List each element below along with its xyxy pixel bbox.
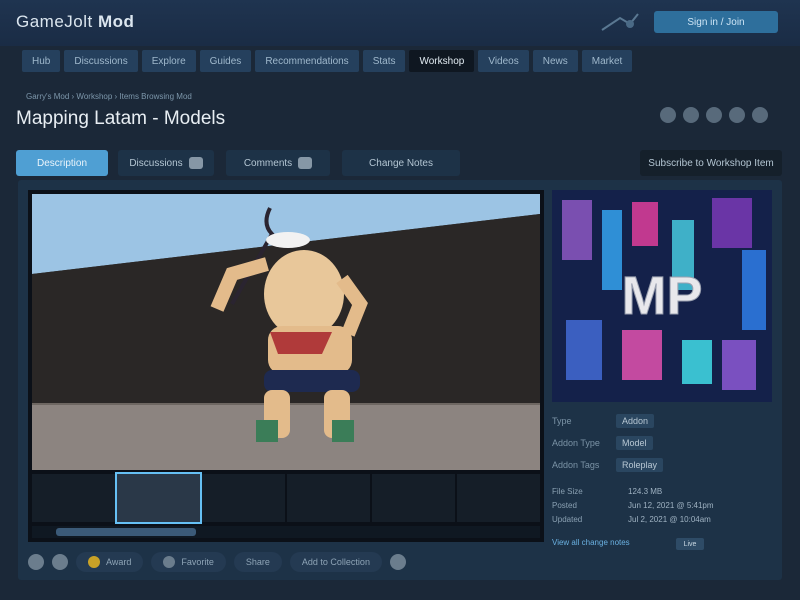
scroll-handle[interactable] xyxy=(56,528,196,536)
file-stats: File Size 124.3 MB Posted Jun 12, 2021 @… xyxy=(552,484,772,526)
info-label: Type xyxy=(552,416,572,426)
subscribe-button[interactable]: Subscribe to Workshop Item xyxy=(640,150,782,176)
media-viewer xyxy=(28,190,544,542)
favorite-button[interactable]: Favorite xyxy=(151,552,226,572)
rating-stars xyxy=(660,107,768,123)
info-label: Addon Tags xyxy=(552,460,600,470)
nav-hub[interactable]: Hub xyxy=(22,50,61,72)
star-icon xyxy=(683,107,699,123)
star-icon xyxy=(706,107,722,123)
sign-in-button[interactable]: Sign in / Join xyxy=(654,11,778,33)
add-collection-label: Add to Collection xyxy=(301,557,370,567)
thumbnail[interactable] xyxy=(457,474,540,522)
cover-art-text: MP xyxy=(622,266,703,326)
item-info: Type Addon Addon Type Model Addon Tags R… xyxy=(552,410,772,476)
thumbnail[interactable] xyxy=(372,474,455,522)
info-row: Addon Type Model xyxy=(552,432,772,454)
info-row: Addon Tags Roleplay xyxy=(552,454,772,476)
nav-explore[interactable]: Explore xyxy=(141,50,196,72)
stat-value: Jun 12, 2021 @ 5:41pm xyxy=(628,500,714,510)
comment-bubble-icon xyxy=(298,157,313,169)
plus-icon[interactable] xyxy=(389,554,406,570)
share-label: Share xyxy=(245,557,270,567)
status-badge: Live xyxy=(676,538,704,550)
tab-label: Discussions xyxy=(129,157,183,169)
stat-value: 124.3 MB xyxy=(628,486,663,496)
share-button[interactable]: Share xyxy=(233,552,282,572)
logo-light-text: GameJolt xyxy=(16,12,93,31)
workshop-nav: Hub Discussions Explore Guides Recommend… xyxy=(22,50,782,74)
add-to-collection-button[interactable]: Add to Collection xyxy=(289,552,382,572)
item-tabs: Description Discussions Comments Change … xyxy=(16,150,786,178)
change-notes-link[interactable]: View all change notes xyxy=(552,538,630,547)
stat-value: Jul 2, 2021 @ 10:04am xyxy=(628,514,711,524)
tab-change-notes[interactable]: Change Notes xyxy=(342,150,460,176)
tab-description[interactable]: Description xyxy=(16,150,108,176)
award-button[interactable]: Award xyxy=(76,552,144,572)
thumbnail[interactable] xyxy=(202,474,285,522)
site-logo[interactable]: GameJolt Mod xyxy=(16,12,134,32)
subscribe-label: Subscribe to Workshop Item xyxy=(648,157,774,169)
nav-workshop[interactable]: Workshop xyxy=(409,50,475,72)
award-label: Award xyxy=(106,557,132,567)
nav-stats[interactable]: Stats xyxy=(362,50,406,72)
logo-bold-text: Mod xyxy=(97,12,135,31)
action-bar: Award Favorite Share Add to Collection xyxy=(28,548,548,576)
comment-bubble-icon xyxy=(188,157,203,169)
thumbnail[interactable] xyxy=(32,474,115,522)
star-icon xyxy=(752,107,768,123)
stat-row: File Size 124.3 MB xyxy=(552,484,772,498)
thumbnail-scrollbar[interactable] xyxy=(32,526,540,538)
stat-row: Updated Jul 2, 2021 @ 10:04am xyxy=(552,512,772,526)
stat-label: Posted xyxy=(552,500,577,510)
thumbnail-strip xyxy=(32,472,540,524)
thumbnail[interactable] xyxy=(115,472,202,524)
stat-label: Updated xyxy=(552,514,583,524)
nav-guides[interactable]: Guides xyxy=(199,50,252,72)
info-label: Addon Type xyxy=(552,438,600,448)
tab-label: Comments xyxy=(243,157,293,169)
top-bar: GameJolt Mod Sign in / Join xyxy=(0,0,800,46)
info-value[interactable]: Roleplay xyxy=(616,458,664,472)
stat-label: File Size xyxy=(552,486,583,496)
thumbs-up-icon[interactable] xyxy=(28,554,44,570)
info-value[interactable]: Model xyxy=(616,436,653,450)
nav-market[interactable]: Market xyxy=(581,50,633,72)
page-title: Mapping Latam - Models xyxy=(16,108,226,129)
tab-comments[interactable]: Comments xyxy=(226,150,330,176)
nav-news[interactable]: News xyxy=(532,50,578,72)
preview-image[interactable] xyxy=(32,194,540,470)
favorite-icon xyxy=(163,556,176,568)
ornament-icon xyxy=(601,13,639,31)
star-icon xyxy=(660,107,676,123)
stat-row: Posted Jun 12, 2021 @ 5:41pm xyxy=(552,498,772,512)
award-icon xyxy=(88,556,100,568)
info-value[interactable]: Addon xyxy=(616,414,655,428)
item-cover-art: MP xyxy=(552,190,772,402)
favorite-label: Favorite xyxy=(181,557,214,567)
thumbs-down-icon[interactable] xyxy=(52,554,68,570)
info-row: Type Addon xyxy=(552,410,772,432)
nav-videos[interactable]: Videos xyxy=(478,50,529,72)
nav-discussions[interactable]: Discussions xyxy=(64,50,138,72)
thumbnail[interactable] xyxy=(287,474,370,522)
tab-label: Change Notes xyxy=(369,157,433,169)
nav-recommendations[interactable]: Recommendations xyxy=(255,50,359,72)
breadcrumb[interactable]: Garry's Mod › Workshop › Items Browsing … xyxy=(26,92,192,101)
tab-discussions[interactable]: Discussions xyxy=(118,150,214,176)
star-icon xyxy=(729,107,745,123)
tab-label: Description xyxy=(36,157,88,169)
